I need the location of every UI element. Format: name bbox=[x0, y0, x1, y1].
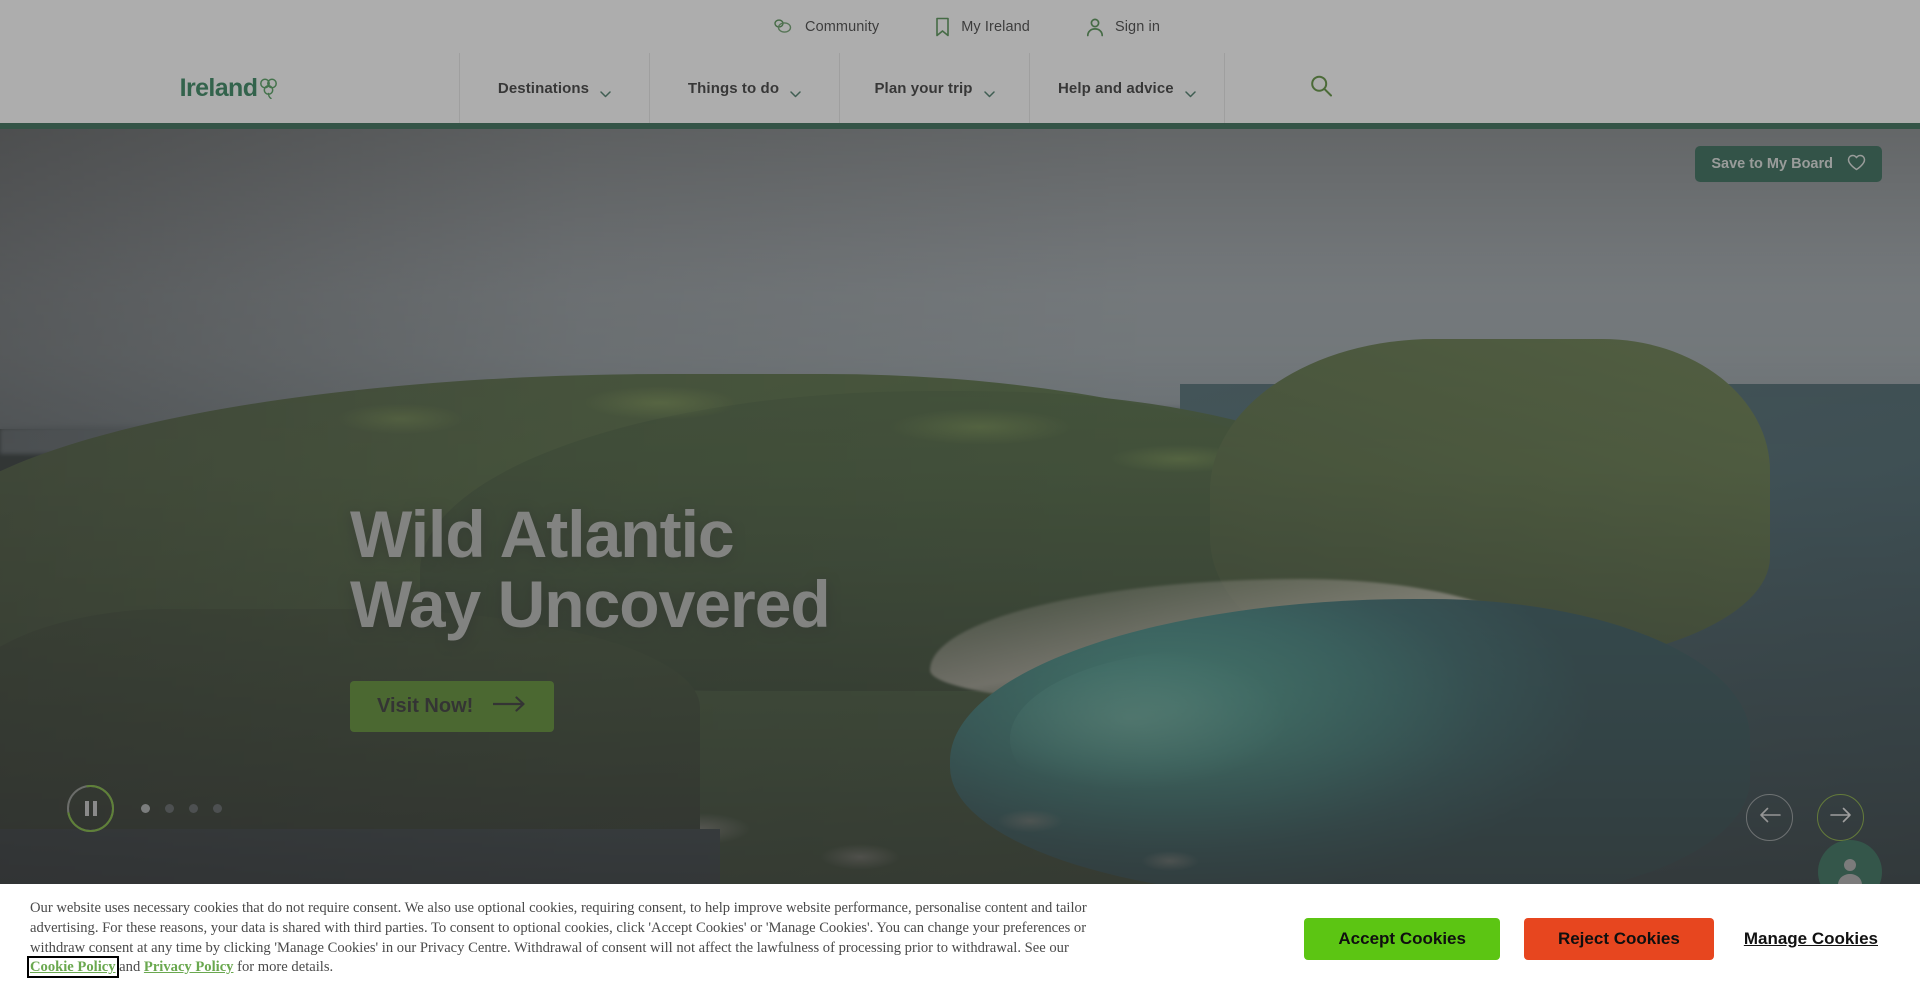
manage-cookies-link[interactable]: Manage Cookies bbox=[1744, 929, 1878, 949]
carousel-next-button[interactable] bbox=[1817, 794, 1864, 841]
carousel-dot-2[interactable] bbox=[165, 804, 174, 813]
cookie-policy-link[interactable]: Cookie Policy bbox=[27, 956, 119, 979]
nav-spacer bbox=[1225, 53, 1920, 123]
shamrock-icon bbox=[258, 77, 279, 99]
cookie-consent-text: Our website uses necessary cookies that … bbox=[27, 899, 1090, 979]
carousel-dot-1[interactable] bbox=[141, 804, 150, 813]
carousel-pause-button[interactable] bbox=[67, 785, 114, 832]
site-logo-text: Ireland bbox=[179, 73, 258, 102]
main-navigation: Ireland Destinations Things to do Plan y… bbox=[0, 53, 1920, 123]
chevron-down-icon bbox=[983, 85, 995, 97]
visit-now-button[interactable]: Visit Now! bbox=[350, 681, 555, 732]
reject-cookies-button[interactable]: Reject Cookies bbox=[1523, 917, 1714, 960]
heart-icon bbox=[1847, 154, 1866, 175]
accept-cookies-button[interactable]: Accept Cookies bbox=[1304, 917, 1500, 960]
hero-background-image bbox=[0, 129, 1920, 884]
site-logo[interactable]: Ireland bbox=[0, 53, 460, 123]
carousel-controls bbox=[67, 785, 222, 832]
utility-label-my-ireland: My Ireland bbox=[961, 18, 1030, 35]
person-support-icon bbox=[1833, 853, 1867, 884]
carousel-dot-3[interactable] bbox=[189, 804, 198, 813]
cookie-text-part1: Our website uses necessary cookies that … bbox=[30, 899, 1087, 956]
utility-label-community: Community bbox=[805, 18, 880, 35]
save-to-my-board-button[interactable]: Save to My Board bbox=[1695, 146, 1882, 182]
nav-green-divider bbox=[0, 123, 1920, 129]
nav-label-destinations: Destinations bbox=[497, 79, 590, 97]
utility-item-community[interactable]: Community bbox=[770, 19, 879, 35]
nav-label-plan-your-trip: Plan your trip bbox=[874, 79, 973, 97]
arrow-right-icon bbox=[1829, 807, 1852, 828]
nav-item-plan-your-trip[interactable]: Plan your trip bbox=[840, 53, 1030, 123]
nav-label-help-and-advice: Help and advice bbox=[1058, 79, 1174, 97]
cookie-consent-banner: Our website uses necessary cookies that … bbox=[0, 884, 1920, 993]
utility-label-sign-in: Sign in bbox=[1114, 18, 1160, 35]
hero-copy-block: Wild Atlantic Way Uncovered Visit Now! bbox=[350, 497, 831, 732]
arrow-right-icon bbox=[492, 695, 527, 718]
save-to-my-board-label: Save to My Board bbox=[1711, 156, 1833, 172]
carousel-dots bbox=[141, 804, 222, 813]
hero-carousel[interactable]: Save to My Board Wild Atlantic Way Uncov… bbox=[0, 129, 1920, 884]
utility-item-sign-in[interactable]: Sign in bbox=[1086, 17, 1160, 37]
bookmark-icon bbox=[935, 17, 950, 37]
search-icon bbox=[1310, 75, 1332, 102]
carousel-prev-button[interactable] bbox=[1746, 794, 1793, 841]
visit-now-label: Visit Now! bbox=[377, 695, 474, 717]
nav-item-things-to-do[interactable]: Things to do bbox=[650, 53, 840, 123]
carousel-dot-4[interactable] bbox=[213, 804, 222, 813]
search-button[interactable] bbox=[1310, 75, 1332, 102]
utility-item-my-ireland[interactable]: My Ireland bbox=[935, 17, 1030, 37]
chevron-down-icon bbox=[600, 85, 611, 97]
cookie-text-end: for more details. bbox=[233, 959, 334, 976]
chat-bubble-icon bbox=[770, 18, 794, 35]
nav-item-help-and-advice[interactable]: Help and advice bbox=[1030, 53, 1225, 123]
chevron-down-icon bbox=[1184, 85, 1196, 97]
chevron-down-icon bbox=[790, 85, 801, 97]
privacy-policy-link[interactable]: Privacy Policy bbox=[144, 959, 234, 975]
cookie-actions: Accept Cookies Reject Cookies Manage Coo… bbox=[1304, 917, 1878, 960]
nav-item-destinations[interactable]: Destinations bbox=[460, 53, 650, 123]
pause-icon bbox=[84, 801, 97, 816]
nav-label-things-to-do: Things to do bbox=[687, 79, 780, 97]
utility-bar: Community My Ireland Sign in bbox=[0, 0, 1920, 53]
hero-vignette bbox=[0, 129, 1920, 884]
cookie-text-mid: and bbox=[115, 959, 144, 976]
hero-title: Wild Atlantic Way Uncovered bbox=[350, 497, 831, 641]
page-root: Save to My Board Wild Atlantic Way Uncov… bbox=[0, 0, 1920, 993]
user-icon bbox=[1086, 17, 1104, 37]
arrow-left-icon bbox=[1759, 807, 1781, 828]
carousel-arrows bbox=[1746, 794, 1864, 841]
